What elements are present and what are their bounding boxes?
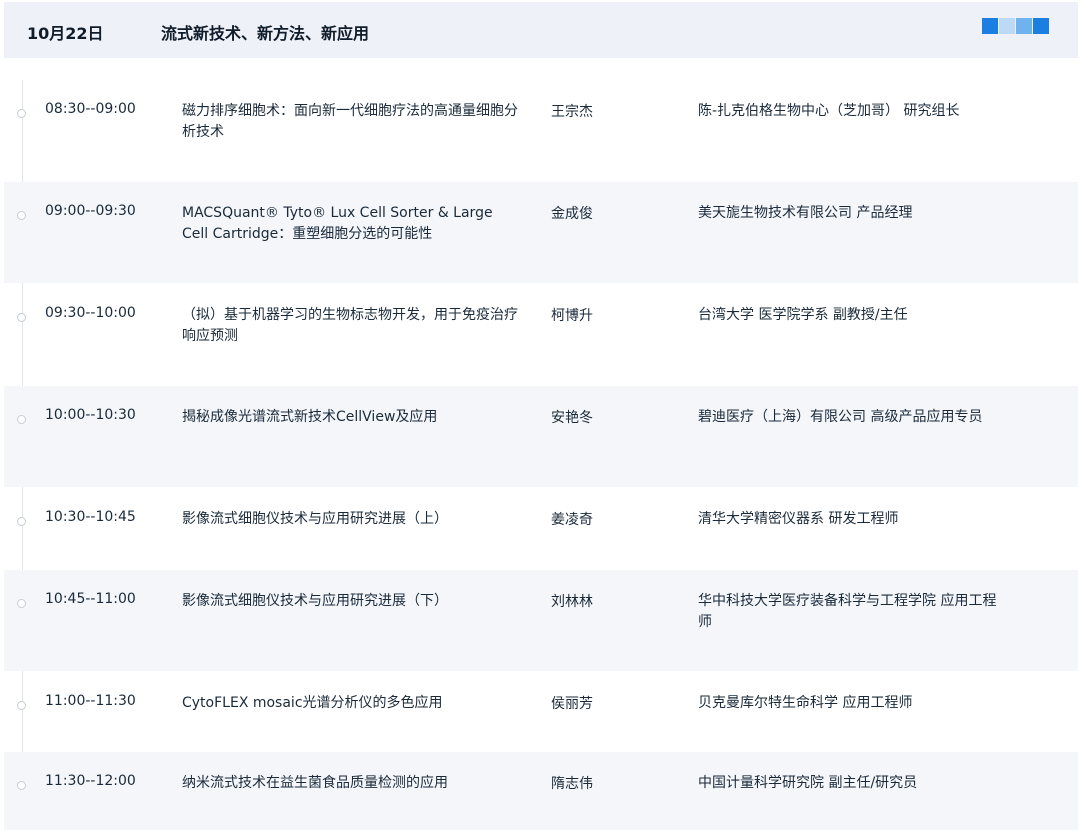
session-time: 11:30--12:00 <box>45 773 136 789</box>
session-speaker: 柯博升 <box>551 308 593 324</box>
session-topic: MACSQuant® Tyto® Lux Cell Sorter & Large… <box>182 205 493 242</box>
session-speaker: 姜凌奇 <box>551 512 593 528</box>
session-track-title: 流式新技术、新方法、新应用 <box>161 24 370 43</box>
session-topic: 磁力排序细胞术：面向新一代细胞疗法的高通量细胞分析技术 <box>182 103 518 140</box>
speaker-affiliation: 中国计量科学研究院 副主任/研究员 <box>698 775 918 791</box>
session-topic: 影像流式细胞仪技术与应用研究进展（上） <box>182 511 448 527</box>
day-date: 10月22日 <box>27 24 104 43</box>
timeline-dot-icon <box>17 599 26 608</box>
speaker-affiliation: 碧迪医疗（上海）有限公司 高级产品应用专员 <box>698 409 983 425</box>
session-speaker: 侯丽芳 <box>551 696 593 712</box>
timeline-dot-icon <box>17 109 26 118</box>
toggle-block-icon <box>1016 18 1032 34</box>
session-speaker: 王宗杰 <box>551 104 593 120</box>
schedule-row: 10:45--11:00 影像流式细胞仪技术与应用研究进展（下） 刘林林 华中科… <box>4 570 1078 671</box>
session-topic: 揭秘成像光谱流式新技术CellView及应用 <box>182 409 438 425</box>
schedule-row: 08:30--09:00 磁力排序细胞术：面向新一代细胞疗法的高通量细胞分析技术… <box>4 80 1078 181</box>
session-time: 10:00--10:30 <box>45 407 136 423</box>
session-time: 10:30--10:45 <box>45 509 136 525</box>
speaker-affiliation: 陈-扎克伯格生物中心（芝加哥） 研究组长 <box>698 103 960 119</box>
speaker-affiliation: 贝克曼库尔特生命科学 应用工程师 <box>698 695 913 711</box>
schedule-row: 10:00--10:30 揭秘成像光谱流式新技术CellView及应用 安艳冬 … <box>4 386 1078 487</box>
session-speaker: 金成俊 <box>551 206 593 222</box>
speaker-affiliation: 清华大学精密仪器系 研发工程师 <box>698 511 899 527</box>
session-speaker: 安艳冬 <box>551 410 593 426</box>
toggle-block-icon <box>982 18 998 34</box>
timeline-dot-icon <box>17 415 26 424</box>
session-topic: （拟）基于机器学习的生物标志物开发，用于免疫治疗响应预测 <box>182 307 518 344</box>
speaker-affiliation: 美天旎生物技术有限公司 产品经理 <box>698 205 913 221</box>
session-time: 08:30--09:00 <box>45 101 136 117</box>
session-time: 11:00--11:30 <box>45 693 136 709</box>
timeline-dot-icon <box>17 517 26 526</box>
session-time: 10:45--11:00 <box>45 591 136 607</box>
timeline-dot-icon <box>17 781 26 790</box>
expand-toggle-icon[interactable] <box>982 18 1049 34</box>
timeline-dot-icon <box>17 313 26 322</box>
toggle-block-icon <box>999 18 1015 34</box>
session-topic: CytoFLEX mosaic光谱分析仪的多色应用 <box>182 695 443 711</box>
day-header: 10月22日 流式新技术、新方法、新应用 <box>4 2 1078 58</box>
session-time: 09:30--10:00 <box>45 305 136 321</box>
speaker-affiliation: 台湾大学 医学院学系 副教授/主任 <box>698 307 908 323</box>
session-time: 09:00--09:30 <box>45 203 136 219</box>
session-speaker: 刘林林 <box>551 594 593 610</box>
session-speaker: 隋志伟 <box>551 776 593 792</box>
schedule-row: 09:30--10:00 （拟）基于机器学习的生物标志物开发，用于免疫治疗响应预… <box>4 284 1078 385</box>
schedule-row: 11:30--12:00 纳米流式技术在益生菌食品质量检测的应用 隋志伟 中国计… <box>4 752 1078 830</box>
timeline-dot-icon <box>17 211 26 220</box>
speaker-affiliation: 华中科技大学医疗装备科学与工程学院 应用工程师 <box>698 593 997 630</box>
session-topic: 纳米流式技术在益生菌食品质量检测的应用 <box>182 775 448 791</box>
timeline-dot-icon <box>17 701 26 710</box>
session-topic: 影像流式细胞仪技术与应用研究进展（下） <box>182 593 448 609</box>
toggle-block-icon <box>1033 18 1049 34</box>
schedule-row: 09:00--09:30 MACSQuant® Tyto® Lux Cell S… <box>4 182 1078 283</box>
